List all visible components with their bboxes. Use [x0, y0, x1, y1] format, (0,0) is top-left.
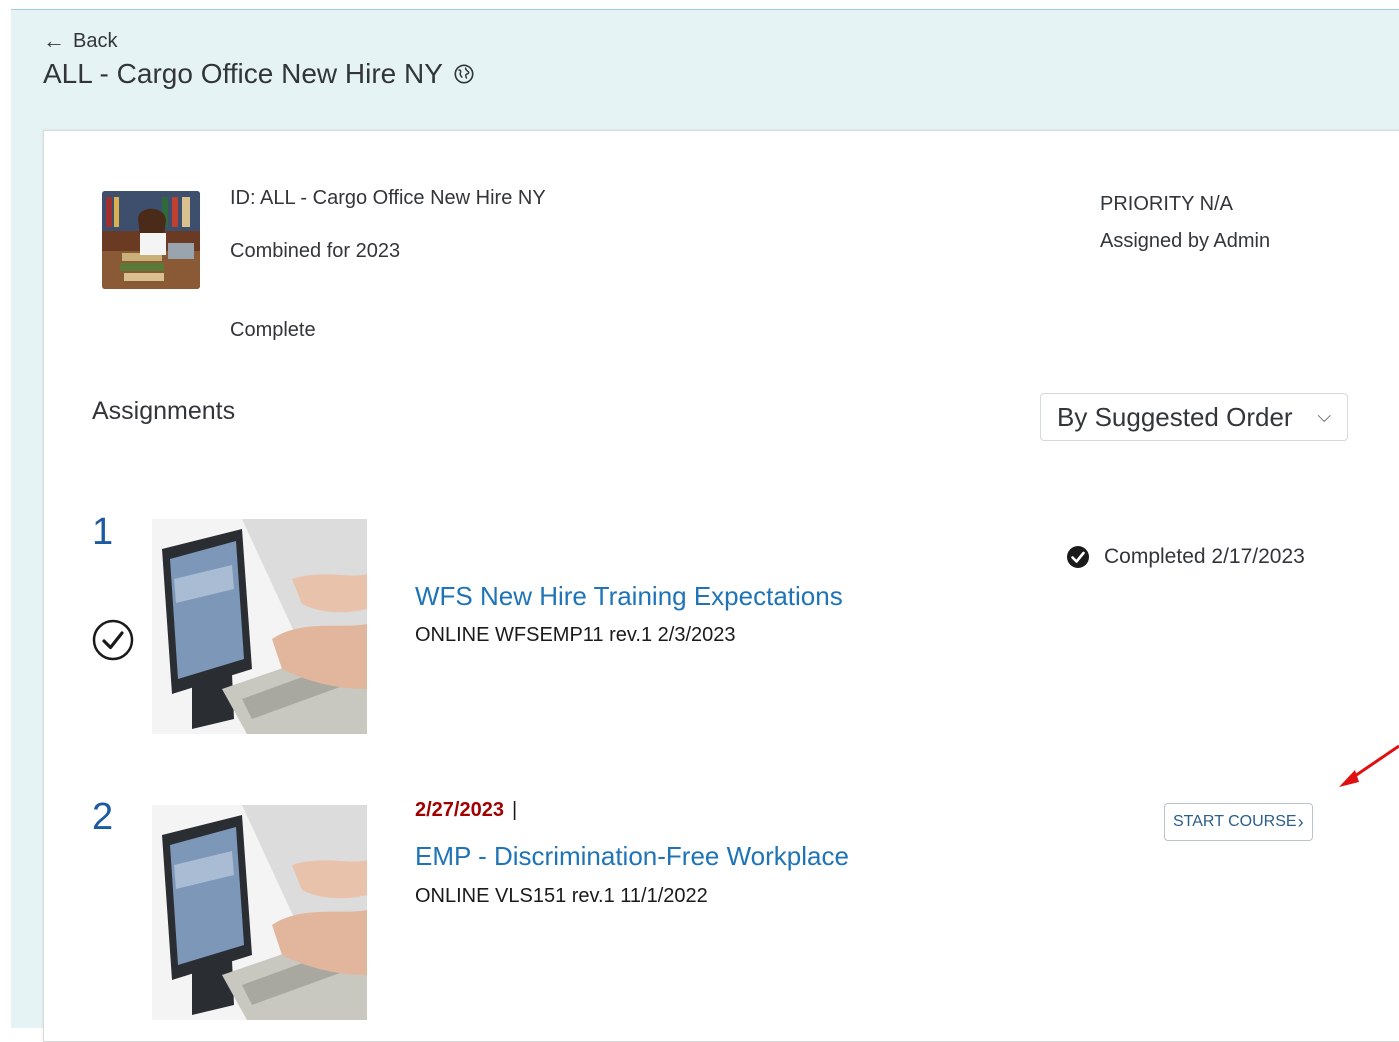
due-date: 2/27/2023 |	[415, 799, 517, 822]
course-subtitle: ONLINE VLS151 rev.1 11/1/2022	[415, 885, 708, 907]
page-title: ALL - Cargo Office New Hire NY	[43, 58, 475, 90]
due-separator: |	[511, 799, 518, 821]
globe-icon	[454, 64, 474, 84]
chevron-down-icon: ⌵	[1317, 406, 1331, 426]
assigned-by-label: Assigned by Admin	[1100, 230, 1271, 252]
assignment-number: 1	[92, 511, 114, 553]
sort-order-value: By Suggested Order	[1057, 401, 1293, 432]
curriculum-card: ID: ALL - Cargo Office New Hire NY Combi…	[43, 130, 1399, 1042]
back-label: Back	[73, 29, 118, 52]
page-title-text: ALL - Cargo Office New Hire NY	[43, 58, 443, 89]
course-title-link[interactable]: EMP - Discrimination-Free Workplace	[415, 841, 849, 872]
course-subtitle: ONLINE WFSEMP11 rev.1 2/3/2023	[415, 624, 736, 646]
checkmark-filled-icon	[1067, 546, 1089, 568]
assignment-number: 2	[92, 796, 114, 838]
due-date-value: 2/27/2023	[415, 799, 504, 821]
sort-order-select[interactable]: By Suggested Order ⌵	[1040, 393, 1348, 441]
chevron-right-icon: ›	[1297, 811, 1304, 832]
start-course-label: START COURSE	[1173, 813, 1297, 830]
curriculum-status: Complete	[230, 319, 316, 341]
completion-status: Completed 2/17/2023	[1066, 545, 1305, 569]
back-arrow-icon: ←	[43, 28, 65, 53]
course-title-link[interactable]: WFS New Hire Training Expectations	[415, 581, 843, 612]
start-course-button[interactable]: START COURSE ›	[1164, 803, 1313, 841]
curriculum-thumbnail	[102, 191, 200, 289]
completed-check-icon	[92, 619, 134, 661]
page-background: ← Back ALL - Cargo Office New Hire NY ID…	[11, 9, 1399, 1042]
completed-date-label: Completed 2/17/2023	[1104, 545, 1305, 568]
back-link[interactable]: ← Back	[43, 28, 117, 54]
annotation-arrow-icon	[1339, 744, 1399, 787]
priority-label: PRIORITY N/A	[1100, 193, 1233, 215]
curriculum-id: ID: ALL - Cargo Office New Hire NY	[230, 187, 546, 209]
course-thumbnail[interactable]	[152, 805, 367, 1020]
course-thumbnail[interactable]	[152, 519, 367, 734]
assignments-heading: Assignments	[92, 397, 236, 425]
curriculum-combined: Combined for 2023	[230, 240, 401, 262]
